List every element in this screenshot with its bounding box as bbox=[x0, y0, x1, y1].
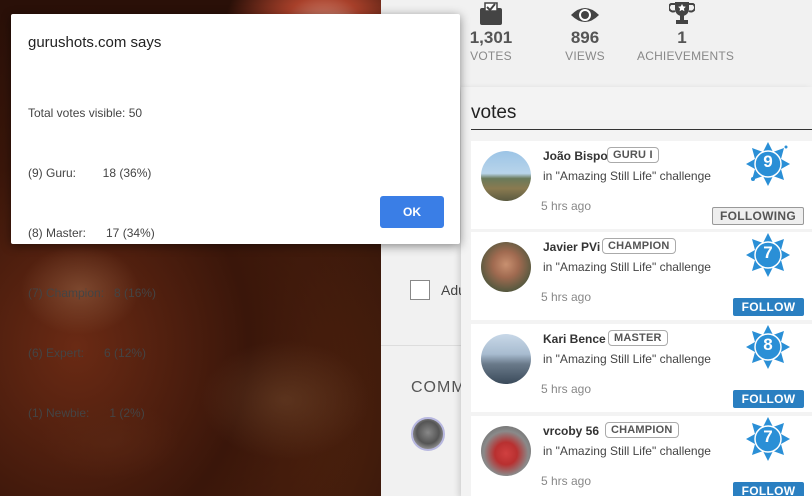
voter-challenge-text: in "Amazing Still Life" challenge bbox=[543, 260, 711, 274]
votes-count: 1,301 bbox=[469, 28, 513, 47]
voter-rank-badge: MASTER bbox=[608, 330, 668, 346]
voter-avatar[interactable] bbox=[481, 334, 531, 384]
achievements-stat[interactable]: 1 ACHIEVEMENTS bbox=[637, 0, 735, 63]
voter-card: vrcoby 56 CHAMPION in "Amazing Still Lif… bbox=[471, 416, 812, 496]
voter-card: João Bispo GURU I in "Amazing Still Life… bbox=[471, 141, 812, 229]
adult-checkbox[interactable] bbox=[410, 280, 430, 300]
vote-time: 5 hrs ago bbox=[541, 290, 592, 304]
voter-name[interactable]: João Bispo bbox=[543, 149, 608, 163]
vote-time: 5 hrs ago bbox=[541, 474, 592, 488]
voter-challenge-text: in "Amazing Still Life" challenge bbox=[543, 444, 711, 458]
voter-level: 8 bbox=[763, 335, 773, 354]
follow-button[interactable]: FOLLOW bbox=[733, 390, 804, 408]
dialog-line: (1) Newbie: 1 (2%) bbox=[28, 406, 145, 420]
votes-panel-title: votes bbox=[471, 102, 517, 123]
dialog-title: gurushots.com says bbox=[28, 34, 162, 51]
vote-time: 5 hrs ago bbox=[541, 382, 592, 396]
trophy-icon bbox=[637, 0, 727, 26]
voter-name[interactable]: vrcoby 56 bbox=[543, 424, 599, 438]
alert-dialog: gurushots.com says Total votes visible: … bbox=[11, 14, 460, 420]
votes-label: VOTES bbox=[470, 49, 512, 63]
voter-avatar[interactable] bbox=[481, 151, 531, 201]
views-label: VIEWS bbox=[565, 49, 605, 63]
achievements-count: 1 bbox=[677, 28, 687, 47]
voter-avatar[interactable] bbox=[481, 426, 531, 476]
voter-rank-badge: CHAMPION bbox=[602, 238, 676, 254]
follow-button[interactable]: FOLLOW bbox=[733, 482, 804, 496]
achievements-label: ACHIEVEMENTS bbox=[637, 49, 735, 63]
votes-panel-title-underline bbox=[471, 129, 812, 130]
voter-card: Kari Bence MASTER in "Amazing Still Life… bbox=[471, 324, 812, 412]
voter-level: 9 bbox=[763, 152, 773, 171]
vote-time: 5 hrs ago bbox=[541, 199, 592, 213]
views-stat: 896 VIEWS bbox=[555, 0, 615, 63]
voter-rank-badge: GURU I bbox=[607, 147, 659, 163]
voter-card: Javier PVi CHAMPION in "Amazing Still Li… bbox=[471, 232, 812, 320]
ok-button[interactable]: OK bbox=[380, 196, 444, 228]
voter-name[interactable]: Javier PVi bbox=[543, 240, 600, 254]
voter-avatar[interactable] bbox=[481, 242, 531, 292]
voter-rank-badge: CHAMPION bbox=[605, 422, 679, 438]
dialog-line: (7) Champion: 8 (16%) bbox=[28, 286, 157, 300]
dialog-line: Total votes visible: 50 bbox=[28, 106, 143, 120]
voter-name[interactable]: Kari Bence bbox=[543, 332, 606, 346]
voter-level: 7 bbox=[763, 427, 773, 446]
votes-dropdown-panel: votes João Bispo GURU I in "Amazing Stil… bbox=[461, 87, 812, 496]
dialog-line: (9) Guru: 18 (36%) bbox=[28, 166, 152, 180]
follow-button[interactable]: FOLLOW bbox=[733, 298, 804, 316]
voter-challenge-text: in "Amazing Still Life" challenge bbox=[543, 352, 711, 366]
comments-title: COMM bbox=[411, 379, 466, 396]
dialog-message: Total votes visible: 50 (9) Guru: 18 (36… bbox=[28, 63, 156, 463]
ballot-box-icon bbox=[461, 0, 521, 26]
voter-level: 7 bbox=[763, 243, 773, 262]
dialog-line: (8) Master: 17 (34%) bbox=[28, 226, 155, 240]
dialog-line: (6) Expert: 6 (12%) bbox=[28, 346, 147, 360]
current-user-avatar bbox=[411, 417, 445, 451]
eye-icon bbox=[555, 0, 615, 26]
views-count: 896 bbox=[570, 28, 600, 47]
voter-challenge-text: in "Amazing Still Life" challenge bbox=[543, 169, 711, 183]
votes-stat[interactable]: 1,301 VOTES bbox=[461, 0, 521, 63]
following-button[interactable]: FOLLOWING bbox=[712, 207, 804, 225]
